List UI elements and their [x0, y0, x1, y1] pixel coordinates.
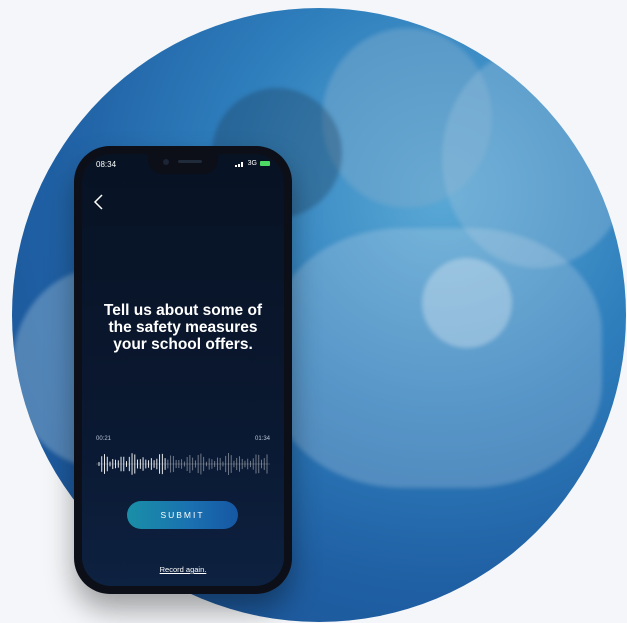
- elapsed-time: 00:21: [96, 436, 112, 442]
- record-again-link[interactable]: Record again.: [82, 565, 284, 574]
- battery-icon: [260, 161, 270, 166]
- phone-screen: 08:34 3G Tell us about some of the safet…: [82, 154, 284, 586]
- status-time: 08:34: [96, 160, 117, 169]
- status-indicators: 3G: [234, 160, 270, 167]
- chevron-left-icon[interactable]: [92, 192, 106, 212]
- total-time: 01:34: [254, 436, 270, 442]
- phone-mockup: 08:34 3G Tell us about some of the safet…: [74, 146, 292, 594]
- headphones-shape: [422, 258, 512, 348]
- network-label: 3G: [247, 160, 257, 167]
- signal-bars-icon: [234, 161, 245, 167]
- audio-waveform[interactable]: [96, 452, 270, 476]
- person-body-shape: [272, 228, 602, 488]
- camera-icon: [163, 159, 169, 165]
- phone-notch: [148, 154, 218, 174]
- speaker-grille: [178, 160, 202, 163]
- submit-button[interactable]: SUBMIT: [127, 501, 238, 529]
- question-prompt: Tell us about some of the safety measure…: [103, 302, 263, 353]
